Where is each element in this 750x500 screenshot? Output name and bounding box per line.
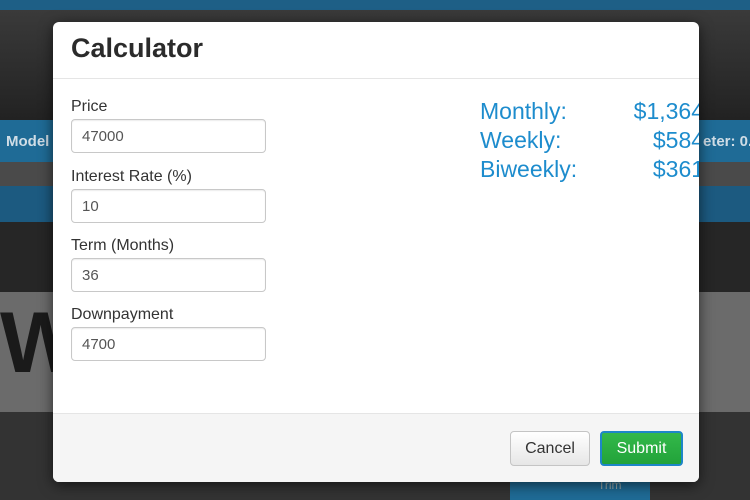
biweekly-label: Biweekly: (480, 156, 578, 182)
price-label: Price (71, 98, 108, 115)
downpayment-input[interactable] (71, 327, 266, 361)
interest-rate-label: Interest Rate (%) (71, 168, 192, 185)
price-input[interactable] (71, 119, 266, 153)
modal-header: Calculator (53, 22, 699, 79)
term-label: Term (Months) (71, 237, 175, 254)
weekly-value: $584.52 (652, 127, 699, 153)
monthly-value: $1,364.90 (633, 98, 699, 124)
modal-title: Calculator (71, 33, 204, 63)
weekly-label: Weekly: (480, 127, 562, 153)
downpayment-label: Downpayment (71, 306, 174, 323)
background-top-bar (0, 0, 750, 10)
background-model-text: Model (6, 133, 50, 150)
biweekly-value: $361.09 (652, 156, 699, 182)
payment-results: Monthly: $1,364.90 Weekly: $584.52 Biwee… (480, 98, 699, 185)
monthly-result: Monthly: $1,364.90 (480, 98, 699, 127)
cancel-button[interactable]: Cancel (510, 431, 590, 466)
term-input[interactable] (71, 258, 266, 292)
biweekly-result: Biweekly: $361.09 (480, 156, 699, 185)
submit-button[interactable]: Submit (600, 431, 683, 466)
background-odometer-text: eter: 0. (703, 133, 750, 150)
calculator-modal: Calculator Price Interest Rate (%) Term … (53, 22, 699, 482)
interest-rate-input[interactable] (71, 189, 266, 223)
weekly-result: Weekly: $584.52 (480, 127, 699, 156)
modal-footer: Cancel Submit (53, 413, 699, 482)
monthly-label: Monthly: (480, 98, 567, 124)
